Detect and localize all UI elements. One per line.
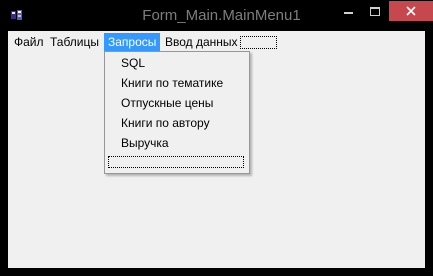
dropdown-item-sql[interactable]: SQL: [105, 53, 249, 73]
maximize-button[interactable]: [362, 1, 388, 21]
client-area: Файл Таблицы Запросы Ввод данных SQL Кни…: [8, 31, 425, 268]
dropdown-item-books-by-author[interactable]: Книги по автору: [105, 113, 249, 133]
title-bar[interactable]: Form_Main.MainMenu1: [0, 0, 433, 31]
minimize-icon: [343, 12, 353, 14]
dropdown-new-item-placeholder[interactable]: [108, 156, 244, 168]
queries-dropdown-menu: SQL Книги по тематике Отпускные цены Кни…: [104, 51, 250, 174]
menu-tables[interactable]: Таблицы: [46, 33, 103, 52]
menu-queries[interactable]: Запросы: [104, 33, 160, 52]
menu-data-entry[interactable]: Ввод данных: [161, 33, 242, 52]
menu-file[interactable]: Файл: [10, 33, 48, 52]
main-window: Form_Main.MainMenu1 Файл Таблицы Запросы…: [0, 0, 433, 276]
dropdown-item-books-by-topic[interactable]: Книги по тематике: [105, 73, 249, 93]
menu-bar: Файл Таблицы Запросы Ввод данных: [8, 33, 425, 53]
menu-new-item-placeholder[interactable]: [240, 36, 277, 49]
dropdown-item-selling-prices[interactable]: Отпускные цены: [105, 93, 249, 113]
minimize-button[interactable]: [334, 1, 362, 21]
close-icon: [406, 6, 416, 16]
maximize-icon: [370, 6, 380, 16]
close-button[interactable]: [389, 1, 433, 21]
dropdown-item-revenue[interactable]: Выручка: [105, 133, 249, 153]
